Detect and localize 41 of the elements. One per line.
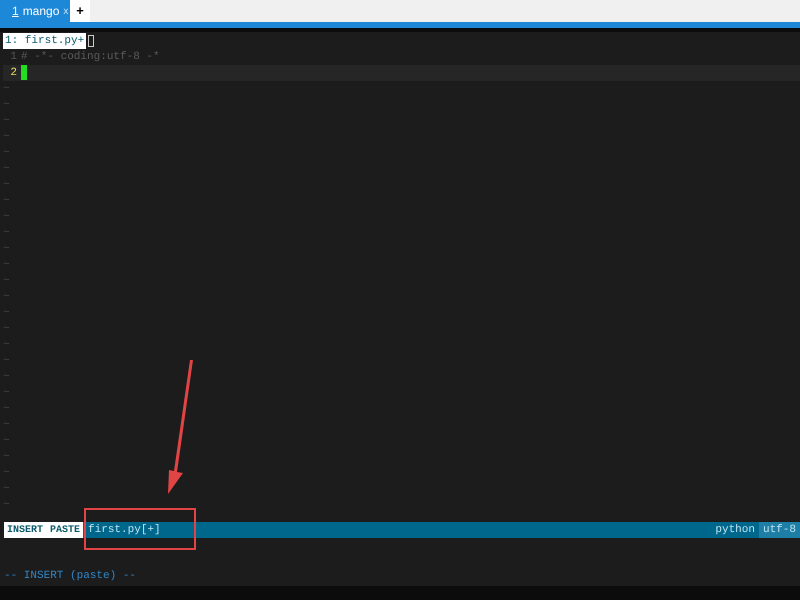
tilde: ~ bbox=[3, 227, 10, 239]
tab[interactable]: 1 mango x bbox=[0, 0, 70, 22]
code-line: # -*- coding:utf-8 -* bbox=[21, 50, 160, 65]
tilde: ~ bbox=[3, 419, 10, 431]
tilde: ~ bbox=[3, 371, 10, 383]
tilde: ~ bbox=[3, 211, 10, 223]
line-number: 2 bbox=[9, 66, 18, 81]
tilde: ~ bbox=[3, 451, 10, 463]
tilde: ~ bbox=[3, 291, 10, 303]
tilde: ~ bbox=[3, 179, 10, 191]
new-tab-button[interactable]: + bbox=[70, 0, 90, 22]
tilde: ~ bbox=[3, 467, 10, 479]
tilde: ~ bbox=[3, 163, 10, 175]
tab-number: 1 bbox=[12, 3, 19, 20]
tilde: ~ bbox=[3, 483, 10, 495]
tab-label: mango bbox=[22, 3, 60, 20]
line-number: 1 bbox=[9, 50, 18, 65]
tilde: ~ bbox=[3, 131, 10, 143]
tilde: ~ bbox=[3, 499, 10, 511]
file-name: first.py[+] bbox=[88, 522, 161, 538]
tilde: ~ bbox=[3, 115, 10, 127]
tilde: ~ bbox=[3, 275, 10, 287]
tilde: ~ bbox=[3, 99, 10, 111]
tilde: ~ bbox=[3, 307, 10, 319]
tilde: ~ bbox=[3, 243, 10, 255]
tilde: ~ bbox=[3, 387, 10, 399]
mode-label: PASTE bbox=[50, 524, 80, 538]
tilde: ~ bbox=[3, 147, 10, 159]
tilde: ~ bbox=[3, 83, 10, 95]
mode-message: -- INSERT (paste) -- bbox=[4, 568, 136, 584]
tilde: ~ bbox=[3, 195, 10, 207]
encoding-label: utf-8 bbox=[758, 522, 800, 538]
tilde: ~ bbox=[3, 259, 10, 271]
tilde: ~ bbox=[3, 339, 10, 351]
tilde: ~ bbox=[3, 435, 10, 447]
buffer-tab[interactable]: 1: first.py+ bbox=[3, 33, 86, 49]
tilde: ~ bbox=[3, 323, 10, 335]
filetype-label: python bbox=[715, 522, 755, 538]
tilde: ~ bbox=[3, 355, 10, 367]
tilde: ~ bbox=[3, 403, 10, 415]
mode-label: INSERT bbox=[7, 524, 44, 538]
